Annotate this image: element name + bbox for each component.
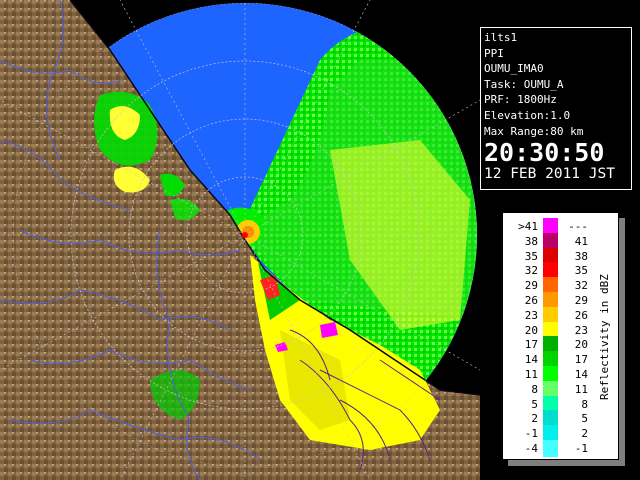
legend-row: -4 -1 xyxy=(503,440,603,458)
legend-low-value: -4 xyxy=(524,442,538,455)
task-name: Task: OUMU_A xyxy=(484,77,564,91)
legend-color-swatch xyxy=(543,440,558,457)
prf-value: PRF: 1800Hz xyxy=(484,93,557,107)
scan-time: 20:30:50 xyxy=(484,138,605,168)
radar-site-marker xyxy=(242,232,248,238)
legend-high-value: -1 xyxy=(574,442,588,455)
max-range-value: Max Range:80 km xyxy=(484,124,584,138)
reflectivity-legend: >41 --- 38 41 35 38 32 35 29 32 26 29 23 26 20 23 17 20 14… xyxy=(502,212,619,460)
site-name: ilts1 xyxy=(484,31,518,44)
scan-type: PPI xyxy=(484,46,504,60)
elevation-value: Elevation:1.0 xyxy=(484,108,571,122)
scan-date: 12 FEB 2011 JST xyxy=(484,166,615,183)
legend-title: Reflectivity in dBZ xyxy=(598,274,611,400)
scan-info-panel: ilts1 PPI OUMU_IMA0 Task: OUMU_A PRF: 18… xyxy=(480,27,632,190)
product-name: OUMU_IMA0 xyxy=(484,62,544,76)
